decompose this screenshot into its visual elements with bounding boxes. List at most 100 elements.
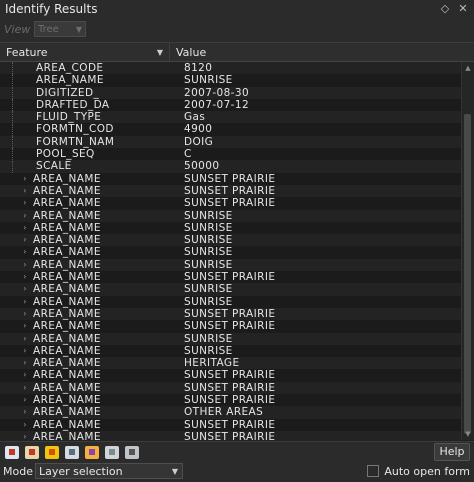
- scroll-thumb[interactable]: [464, 114, 471, 434]
- expand-arrow-icon[interactable]: ›: [20, 259, 30, 271]
- value-cell: Gas: [184, 111, 206, 124]
- expand-arrow-icon[interactable]: ›: [20, 271, 30, 283]
- value-cell: SUNSET PRAIRIE: [184, 184, 276, 197]
- value-cell: SUNSET PRAIRIE: [184, 320, 276, 333]
- feature-row[interactable]: › AREA_NAME SUNSET PRAIRIE: [0, 418, 461, 431]
- feature-row[interactable]: › AREA_NAME SUNRISE: [0, 344, 461, 358]
- feature-cell: SCALE: [0, 160, 184, 173]
- scroll-down-icon[interactable]: ▼: [462, 428, 474, 440]
- tree-guide-line: [12, 99, 22, 112]
- feature-cell: › AREA_NAME: [0, 271, 184, 283]
- select-features-icon[interactable]: [85, 445, 99, 459]
- expand-arrow-icon[interactable]: ›: [20, 283, 30, 295]
- collapse-tree-icon[interactable]: [65, 445, 79, 459]
- print-icon[interactable]: [125, 445, 139, 459]
- scroll-up-icon[interactable]: ▲: [462, 62, 474, 74]
- expand-arrow-icon[interactable]: ›: [20, 210, 30, 222]
- feature-row[interactable]: › AREA_NAME SUNRISE: [0, 234, 461, 247]
- results-tree[interactable]: Feature ▼ Value AREA_CODE 8120 AREA_NAME SU…: [0, 42, 474, 442]
- feature-name: FORMTN_NAM: [36, 135, 115, 148]
- expand-arrow-icon[interactable]: ›: [20, 296, 30, 308]
- expand-tree-icon[interactable]: [25, 445, 39, 459]
- feature-row[interactable]: › AREA_NAME SUNSET PRAIRIE: [0, 184, 461, 198]
- tree-guide-line: [12, 123, 22, 136]
- feature-name: DRAFTED_DA: [36, 98, 110, 111]
- attribute-row[interactable]: FORMTN_NAM DOIG: [0, 135, 461, 149]
- feature-name: AREA_NAME: [33, 271, 101, 284]
- auto-open-checkbox[interactable]: [367, 465, 380, 477]
- expand-arrow-icon[interactable]: ›: [20, 185, 30, 197]
- feature-name: AREA_NAME: [33, 246, 101, 259]
- expand-arrow-icon[interactable]: ›: [20, 246, 30, 258]
- expand-arrow-icon[interactable]: ›: [20, 345, 30, 357]
- expand-arrow-icon[interactable]: ›: [20, 431, 30, 441]
- attribute-row[interactable]: AREA_NAME SUNRISE: [0, 74, 461, 87]
- expand-arrow-icon[interactable]: ›: [20, 222, 30, 234]
- expand-arrow-icon[interactable]: ›: [20, 320, 30, 332]
- feature-name: AREA_NAME: [33, 234, 101, 247]
- feature-row[interactable]: › AREA_NAME SUNRISE: [0, 209, 461, 222]
- expand-arrow-icon[interactable]: ›: [20, 173, 30, 185]
- vertical-scrollbar[interactable]: ▲ ▼: [461, 62, 474, 440]
- feature-row[interactable]: › AREA_NAME SUNSET PRAIRIE: [0, 197, 461, 210]
- expand-arrow-icon[interactable]: ›: [20, 369, 30, 381]
- feature-row[interactable]: › AREA_NAME HERITAGE: [0, 357, 461, 370]
- clear-results-icon[interactable]: [5, 445, 19, 459]
- tree-guide-line: [12, 86, 22, 99]
- expand-arrow-icon[interactable]: ›: [20, 357, 30, 369]
- feature-row[interactable]: › AREA_NAME SUNSET PRAIRIE: [0, 320, 461, 333]
- view-select[interactable]: Tree ▼: [34, 21, 86, 37]
- feature-column-header[interactable]: Feature ▼: [0, 43, 170, 61]
- tree-guide-line: [12, 135, 22, 148]
- attribute-row[interactable]: POOL_SEQ C: [0, 148, 461, 161]
- attribute-row[interactable]: AREA_CODE 8120: [0, 62, 461, 75]
- feature-row[interactable]: › AREA_NAME SUNRISE: [0, 332, 461, 345]
- icon-glyph: [69, 449, 75, 455]
- mode-select[interactable]: Layer selection ▼: [35, 463, 183, 479]
- feature-row[interactable]: › AREA_NAME SUNSET PRAIRIE: [0, 172, 461, 185]
- value-cell: SUNRISE: [184, 258, 233, 271]
- feature-row[interactable]: › AREA_NAME SUNSET PRAIRIE: [0, 271, 461, 284]
- feature-cell: › AREA_NAME: [0, 357, 184, 369]
- attribute-row[interactable]: SCALE 50000: [0, 160, 461, 173]
- feature-row[interactable]: › AREA_NAME SUNRISE: [0, 221, 461, 235]
- feature-row[interactable]: › AREA_NAME SUNRISE: [0, 283, 461, 296]
- feature-row[interactable]: › AREA_NAME SUNRISE: [0, 295, 461, 308]
- feature-cell: › AREA_NAME: [0, 406, 184, 418]
- attribute-row[interactable]: FORMTN_COD 4900: [0, 123, 461, 136]
- feature-row[interactable]: › AREA_NAME SUNSET PRAIRIE: [0, 369, 461, 382]
- auto-open-form[interactable]: Auto open form: [367, 465, 470, 478]
- feature-row[interactable]: › AREA_NAME SUNRISE: [0, 246, 461, 259]
- mode-label: Mode: [3, 464, 33, 478]
- chevron-down-icon: ▼: [171, 466, 178, 476]
- attribute-row[interactable]: FLUID_TYPE Gas: [0, 111, 461, 124]
- expand-arrow-icon[interactable]: ›: [20, 394, 30, 406]
- view-label: View: [4, 22, 31, 36]
- feature-row[interactable]: › AREA_NAME SUNSET PRAIRIE: [0, 381, 461, 395]
- help-button[interactable]: Help: [434, 443, 470, 461]
- attribute-row[interactable]: DRAFTED_DA 2007-07-12: [0, 98, 461, 112]
- close-icon[interactable]: ✕: [456, 2, 470, 16]
- expand-arrow-icon[interactable]: ›: [20, 419, 30, 431]
- float-icon[interactable]: ◇: [438, 2, 452, 16]
- feature-cell: › AREA_NAME: [0, 431, 184, 441]
- copy-icon[interactable]: [105, 445, 119, 459]
- feature-row[interactable]: › AREA_NAME SUNSET PRAIRIE: [0, 394, 461, 407]
- expand-arrow-icon[interactable]: ›: [20, 308, 30, 320]
- attribute-row[interactable]: DIGITIZED_ 2007-08-30: [0, 86, 461, 99]
- feature-row[interactable]: › AREA_NAME SUNSET PRAIRIE: [0, 430, 461, 441]
- feature-cell: › AREA_NAME: [0, 394, 184, 406]
- value-column-header[interactable]: Value: [170, 46, 206, 59]
- value-cell: SUNSET PRAIRIE: [184, 271, 276, 284]
- expand-arrow-icon[interactable]: ›: [20, 234, 30, 246]
- feature-column-label: Feature: [6, 45, 48, 59]
- expand-new-icon[interactable]: [45, 445, 59, 459]
- feature-name: AREA_NAME: [33, 184, 101, 197]
- expand-arrow-icon[interactable]: ›: [20, 406, 30, 418]
- expand-arrow-icon[interactable]: ›: [20, 197, 30, 209]
- feature-row[interactable]: › AREA_NAME OTHER AREAS: [0, 406, 461, 419]
- expand-arrow-icon[interactable]: ›: [20, 382, 30, 394]
- feature-row[interactable]: › AREA_NAME SUNRISE: [0, 258, 461, 272]
- feature-row[interactable]: › AREA_NAME SUNSET PRAIRIE: [0, 307, 461, 321]
- expand-arrow-icon[interactable]: ›: [20, 333, 30, 345]
